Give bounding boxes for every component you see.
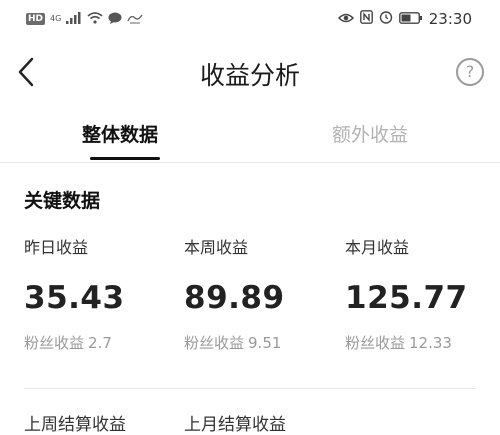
wifi-icon	[87, 9, 103, 28]
message-icon	[108, 9, 122, 28]
metric-label: 昨日收益	[24, 238, 89, 257]
section-divider	[24, 388, 476, 389]
status-left: HD 4G	[26, 9, 143, 28]
metric-value: 35.43	[24, 280, 125, 316]
signal-icon	[66, 9, 82, 28]
metric-sub-value: 9.51	[248, 334, 282, 352]
metric-value: 89.89	[184, 280, 285, 316]
help-icon[interactable]: ?	[456, 58, 484, 86]
metric-label-last-week-settled: 上周结算收益	[24, 415, 126, 435]
hd-badge: HD	[26, 12, 46, 25]
section-title: 关键数据	[24, 190, 101, 212]
metric-label: 本周收益	[184, 238, 249, 257]
tab-divider	[0, 162, 500, 163]
app-icon	[127, 9, 143, 28]
metric-this-week: 本周收益 89.89 粉丝收益 9.51	[184, 234, 285, 353]
eye-icon	[337, 9, 354, 28]
metric-sub: 粉丝收益 12.33	[345, 332, 468, 353]
status-bar: HD 4G 23:30	[0, 0, 500, 38]
metric-value: 125.77	[345, 280, 468, 316]
alarm-icon	[379, 9, 393, 28]
battery-icon	[398, 9, 423, 28]
page-title: 收益分析	[199, 61, 300, 90]
metric-sub-label: 粉丝收益	[184, 334, 245, 352]
metric-label-last-month-settled: 上月结算收益	[184, 415, 286, 435]
status-right: 23:30	[337, 9, 472, 28]
metric-label: 本月收益	[345, 238, 410, 257]
metric-yesterday: 昨日收益 35.43 粉丝收益 2.7	[24, 234, 125, 353]
metric-sub-value: 12.33	[409, 334, 452, 352]
tab-active-indicator	[90, 157, 160, 160]
metric-sub-label: 粉丝收益	[24, 334, 85, 352]
metric-this-month: 本月收益 125.77 粉丝收益 12.33	[345, 234, 468, 353]
app-bar: 收益分析 ?	[0, 44, 500, 100]
metric-sub: 粉丝收益 2.7	[24, 332, 125, 353]
status-time: 23:30	[428, 9, 472, 28]
metric-sub: 粉丝收益 9.51	[184, 332, 285, 353]
metric-sub-label: 粉丝收益	[345, 334, 406, 352]
tab-extra-earnings[interactable]: 额外收益	[332, 120, 408, 147]
tab-bar: 整体数据 额外收益	[0, 112, 500, 162]
nfc-icon	[359, 9, 373, 28]
network-type: 4G	[50, 13, 62, 23]
metric-sub-value: 2.7	[88, 334, 112, 352]
tab-overall-data[interactable]: 整体数据	[82, 120, 158, 147]
